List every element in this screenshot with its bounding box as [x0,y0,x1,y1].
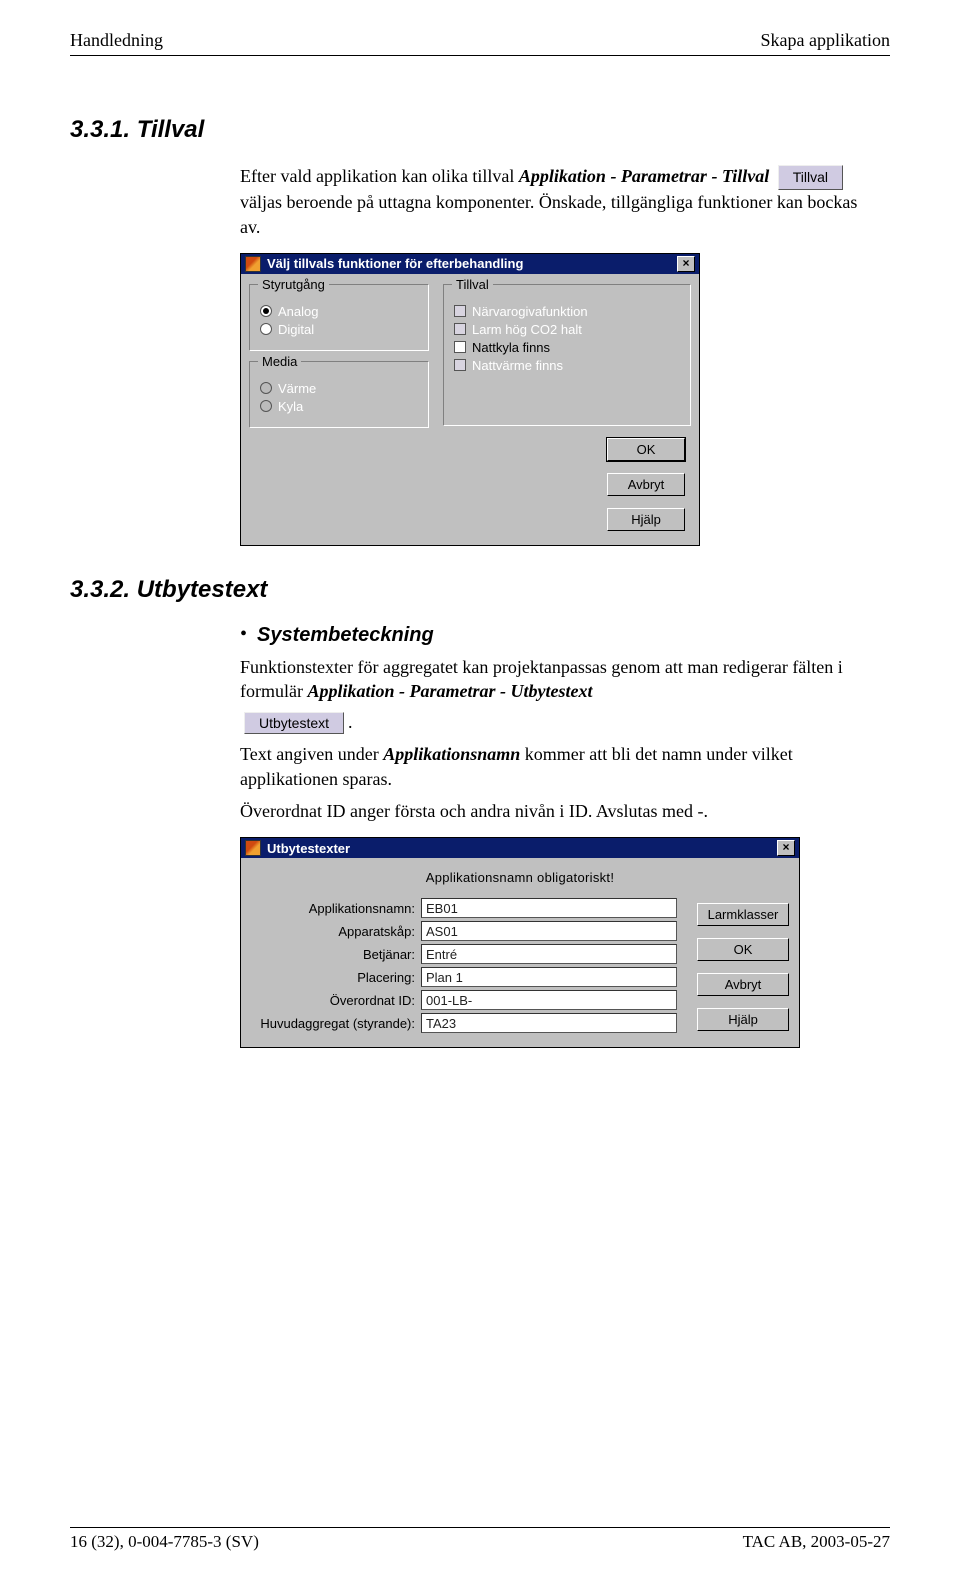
sec1-paragraph: Efter vald applikation kan olika tillval… [240,164,870,239]
checkbox-icon [454,341,466,353]
help-button[interactable]: Hjälp [607,508,685,531]
input-overordnat-id[interactable]: 001-LB- [421,990,677,1010]
check-nattvarme[interactable]: Nattvärme finns [454,358,680,373]
check-larm-co2[interactable]: Larm hög CO2 halt [454,322,680,337]
radio-icon [260,323,272,335]
dialog2-title: Utbytestexter [267,841,777,856]
tillval-button[interactable]: Tillval [778,165,843,190]
footer-left: 16 (32), 0-004-7785-3 (SV) [70,1532,259,1552]
ok-button[interactable]: OK [697,938,789,961]
radio-analog[interactable]: Analog [260,304,418,319]
bullet-systembeteckning: • Systembeteckning [240,624,870,647]
groupbox-tillval: Tillval Närvarogivafunktion Larm hög CO2… [443,284,691,426]
radio-icon [260,382,272,394]
input-placering[interactable]: Plan 1 [421,967,677,987]
sec2-paragraph-3: Överordnat ID anger första och andra niv… [240,799,870,823]
check-narvaro[interactable]: Närvarogivafunktion [454,304,680,319]
larmklasser-button[interactable]: Larmklasser [697,903,789,926]
cancel-button[interactable]: Avbryt [697,973,789,996]
cancel-button[interactable]: Avbryt [607,473,685,496]
sec2-paragraph-2: Text angiven under Applikationsnamn komm… [240,742,870,791]
radio-icon [260,400,272,412]
close-icon[interactable]: × [777,840,795,856]
dialog1-title: Välj tillvals funktioner för efterbehand… [267,256,677,271]
field-app-name: Applikationsnamn: EB01 [251,898,677,918]
app-icon [245,256,261,272]
footer-right: TAC AB, 2003-05-27 [743,1532,890,1552]
radio-varme[interactable]: Värme [260,381,418,396]
dialog1-titlebar[interactable]: Välj tillvals funktioner för efterbehand… [241,254,699,274]
field-placering: Placering: Plan 1 [251,967,677,987]
check-nattkyla[interactable]: Nattkyla finns [454,340,680,355]
dialog-utbytestexter: Utbytestexter × Applikationsnamn obligat… [240,837,800,1048]
dialog2-note: Applikationsnamn obligatoriskt! [251,866,789,895]
checkbox-icon [454,359,466,371]
checkbox-icon [454,323,466,335]
header-right: Skapa applikation [761,30,890,51]
radio-kyla[interactable]: Kyla [260,399,418,414]
input-app-name[interactable]: EB01 [421,898,677,918]
radio-icon [260,305,272,317]
section-heading-tillval: 3.3.1. Tillval [70,116,890,144]
radio-digital[interactable]: Digital [260,322,418,337]
utbytestext-button[interactable]: Utbytestext [244,712,344,734]
app-icon [245,840,261,856]
input-betjanar[interactable]: Entré [421,944,677,964]
section-heading-utbytestext: 3.3.2. Utbytestext [70,576,890,604]
input-apparatskap[interactable]: AS01 [421,921,677,941]
field-huvudaggregat: Huvudaggregat (styrande): TA23 [251,1013,677,1033]
field-apparatskap: Apparatskåp: AS01 [251,921,677,941]
ok-button[interactable]: OK [607,438,685,461]
input-huvudaggregat[interactable]: TA23 [421,1013,677,1033]
groupbox-media: Media Värme Kyla [249,361,429,428]
dialog-tillval-options: Välj tillvals funktioner för efterbehand… [240,253,700,546]
help-button[interactable]: Hjälp [697,1008,789,1031]
bullet-icon: • [240,624,247,647]
sec2-paragraph-1: Funktionstexter för aggregatet kan proje… [240,655,870,704]
page-footer: 16 (32), 0-004-7785-3 (SV) TAC AB, 2003-… [70,1527,890,1552]
header-left: Handledning [70,30,163,51]
checkbox-icon [454,305,466,317]
page-header: Handledning Skapa applikation [70,30,890,56]
close-icon[interactable]: × [677,256,695,272]
field-overordnat-id: Överordnat ID: 001-LB- [251,990,677,1010]
field-betjanar: Betjänar: Entré [251,944,677,964]
dialog2-titlebar[interactable]: Utbytestexter × [241,838,799,858]
groupbox-styrutgang: Styrutgång Analog Digital [249,284,429,351]
